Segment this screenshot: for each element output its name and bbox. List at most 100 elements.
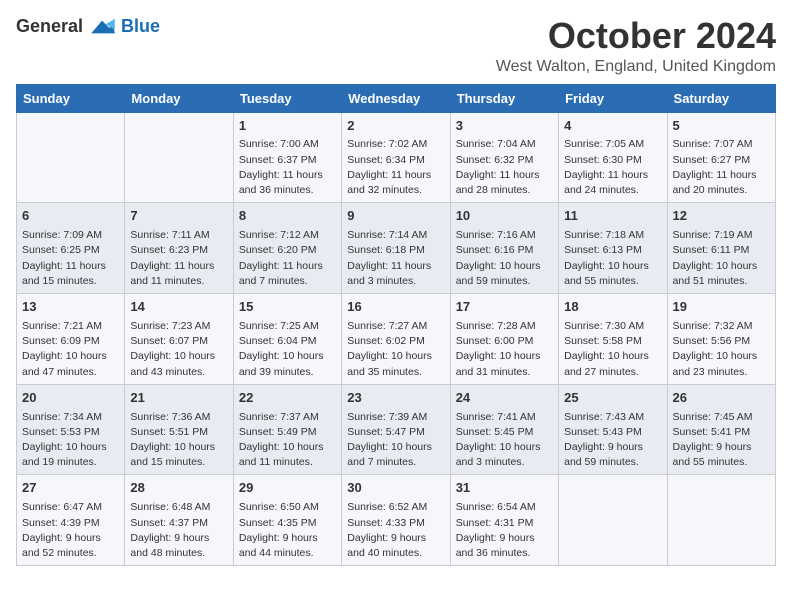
day-number: 1 <box>239 117 336 136</box>
header-row: SundayMondayTuesdayWednesdayThursdayFrid… <box>17 84 776 112</box>
location-title: West Walton, England, United Kingdom <box>496 58 776 76</box>
day-info: Sunrise: 7:34 AMSunset: 5:53 PMDaylight:… <box>22 410 119 471</box>
day-info: Sunrise: 6:47 AMSunset: 4:39 PMDaylight:… <box>22 500 119 561</box>
calendar-cell <box>559 475 667 566</box>
calendar-cell <box>667 475 775 566</box>
day-info: Sunrise: 7:05 AMSunset: 6:30 PMDaylight:… <box>564 137 661 198</box>
header-day-tuesday: Tuesday <box>233 84 341 112</box>
calendar-cell: 9 Sunrise: 7:14 AMSunset: 6:18 PMDaylight… <box>342 203 450 294</box>
day-number: 31 <box>456 479 553 498</box>
calendar-cell: 31 Sunrise: 6:54 AMSunset: 4:31 PMDayligh… <box>450 475 558 566</box>
calendar-cell: 17Sunrise: 7:28 AMSunset: 6:00 PMDayligh… <box>450 294 558 385</box>
calendar-cell: 25Sunrise: 7:43 AMSunset: 5:43 PMDayligh… <box>559 384 667 475</box>
day-info: Sunrise: 7:37 AMSunset: 5:49 PMDaylight:… <box>239 410 336 471</box>
calendar-cell: 30 Sunrise: 6:52 AMSunset: 4:33 PMDayligh… <box>342 475 450 566</box>
day-info: Sunrise: 7:32 AMSunset: 5:56 PMDaylight:… <box>673 319 770 380</box>
day-info: Sunrise: 6:54 AMSunset: 4:31 PMDaylight:… <box>456 500 553 561</box>
logo-blue: Blue <box>121 16 160 37</box>
day-number: 7 <box>130 207 227 226</box>
week-row-3: 13 Sunrise: 7:21 AMSunset: 6:09 PMDayligh… <box>17 294 776 385</box>
header-day-wednesday: Wednesday <box>342 84 450 112</box>
day-number: 19 <box>673 298 770 317</box>
calendar-cell: 19 Sunrise: 7:32 AMSunset: 5:56 PMDayligh… <box>667 294 775 385</box>
day-info: Sunrise: 7:41 AMSunset: 5:45 PMDaylight:… <box>456 410 553 471</box>
day-info: Sunrise: 7:09 AMSunset: 6:25 PMDaylight:… <box>22 228 119 289</box>
calendar-cell: 10 Sunrise: 7:16 AMSunset: 6:16 PMDayligh… <box>450 203 558 294</box>
day-info: Sunrise: 7:14 AMSunset: 6:18 PMDaylight:… <box>347 228 444 289</box>
day-info: Sunrise: 7:19 AMSunset: 6:11 PMDaylight:… <box>673 228 770 289</box>
day-number: 21 <box>130 389 227 408</box>
calendar-cell: 4Sunrise: 7:05 AMSunset: 6:30 PMDaylight… <box>559 112 667 203</box>
day-info: Sunrise: 6:50 AMSunset: 4:35 PMDaylight:… <box>239 500 336 561</box>
calendar-cell: 5Sunrise: 7:07 AMSunset: 6:27 PMDaylight… <box>667 112 775 203</box>
month-title: October 2024 <box>496 16 776 56</box>
day-info: Sunrise: 6:52 AMSunset: 4:33 PMDaylight:… <box>347 500 444 561</box>
header-day-friday: Friday <box>559 84 667 112</box>
calendar-cell: 21 Sunrise: 7:36 AMSunset: 5:51 PMDayligh… <box>125 384 233 475</box>
day-number: 13 <box>22 298 119 317</box>
calendar-cell: 2Sunrise: 7:02 AMSunset: 6:34 PMDaylight… <box>342 112 450 203</box>
calendar-cell: 20Sunrise: 7:34 AMSunset: 5:53 PMDayligh… <box>17 384 125 475</box>
calendar-cell: 8Sunrise: 7:12 AMSunset: 6:20 PMDaylight… <box>233 203 341 294</box>
day-number: 4 <box>564 117 661 136</box>
week-row-5: 27 Sunrise: 6:47 AMSunset: 4:39 PMDayligh… <box>17 475 776 566</box>
day-info: Sunrise: 7:11 AMSunset: 6:23 PMDaylight:… <box>130 228 227 289</box>
day-number: 6 <box>22 207 119 226</box>
day-number: 26 <box>673 389 770 408</box>
day-number: 29 <box>239 479 336 498</box>
calendar-cell: 15 Sunrise: 7:25 AMSunset: 6:04 PMDayligh… <box>233 294 341 385</box>
week-row-1: 1Sunrise: 7:00 AMSunset: 6:37 PMDaylight… <box>17 112 776 203</box>
day-info: Sunrise: 6:48 AMSunset: 4:37 PMDaylight:… <box>130 500 227 561</box>
calendar-cell: 24 Sunrise: 7:41 AMSunset: 5:45 PMDayligh… <box>450 384 558 475</box>
day-info: Sunrise: 7:43 AMSunset: 5:43 PMDaylight:… <box>564 410 661 471</box>
day-info: Sunrise: 7:30 AMSunset: 5:58 PMDaylight:… <box>564 319 661 380</box>
day-number: 9 <box>347 207 444 226</box>
day-number: 14 <box>130 298 227 317</box>
day-number: 16 <box>347 298 444 317</box>
day-info: Sunrise: 7:00 AMSunset: 6:37 PMDaylight:… <box>239 137 336 198</box>
calendar-cell: 26 Sunrise: 7:45 AMSunset: 5:41 PMDayligh… <box>667 384 775 475</box>
calendar-cell: 7 Sunrise: 7:11 AMSunset: 6:23 PMDaylight… <box>125 203 233 294</box>
day-info: Sunrise: 7:16 AMSunset: 6:16 PMDaylight:… <box>456 228 553 289</box>
day-info: Sunrise: 7:18 AMSunset: 6:13 PMDaylight:… <box>564 228 661 289</box>
day-number: 28 <box>130 479 227 498</box>
day-number: 3 <box>456 117 553 136</box>
day-number: 2 <box>347 117 444 136</box>
day-info: Sunrise: 7:39 AMSunset: 5:47 PMDaylight:… <box>347 410 444 471</box>
day-number: 30 <box>347 479 444 498</box>
day-number: 10 <box>456 207 553 226</box>
day-info: Sunrise: 7:28 AMSunset: 6:00 PMDaylight:… <box>456 319 553 380</box>
day-number: 12 <box>673 207 770 226</box>
day-info: Sunrise: 7:36 AMSunset: 5:51 PMDaylight:… <box>130 410 227 471</box>
week-row-4: 20Sunrise: 7:34 AMSunset: 5:53 PMDayligh… <box>17 384 776 475</box>
day-info: Sunrise: 7:45 AMSunset: 5:41 PMDaylight:… <box>673 410 770 471</box>
day-number: 24 <box>456 389 553 408</box>
calendar-cell: 29 Sunrise: 6:50 AMSunset: 4:35 PMDayligh… <box>233 475 341 566</box>
calendar-cell: 3Sunrise: 7:04 AMSunset: 6:32 PMDaylight… <box>450 112 558 203</box>
header-day-thursday: Thursday <box>450 84 558 112</box>
calendar-cell: 22Sunrise: 7:37 AMSunset: 5:49 PMDayligh… <box>233 384 341 475</box>
calendar-cell <box>17 112 125 203</box>
calendar-cell: 27 Sunrise: 6:47 AMSunset: 4:39 PMDayligh… <box>17 475 125 566</box>
day-number: 15 <box>239 298 336 317</box>
calendar-cell: 13 Sunrise: 7:21 AMSunset: 6:09 PMDayligh… <box>17 294 125 385</box>
calendar-table: SundayMondayTuesdayWednesdayThursdayFrid… <box>16 84 776 567</box>
day-info: Sunrise: 7:25 AMSunset: 6:04 PMDaylight:… <box>239 319 336 380</box>
day-info: Sunrise: 7:12 AMSunset: 6:20 PMDaylight:… <box>239 228 336 289</box>
calendar-cell: 6 Sunrise: 7:09 AMSunset: 6:25 PMDaylight… <box>17 203 125 294</box>
calendar-cell: 12 Sunrise: 7:19 AMSunset: 6:11 PMDayligh… <box>667 203 775 294</box>
calendar-cell: 1Sunrise: 7:00 AMSunset: 6:37 PMDaylight… <box>233 112 341 203</box>
header-day-sunday: Sunday <box>17 84 125 112</box>
day-info: Sunrise: 7:27 AMSunset: 6:02 PMDaylight:… <box>347 319 444 380</box>
day-number: 5 <box>673 117 770 136</box>
calendar-cell: 23Sunrise: 7:39 AMSunset: 5:47 PMDayligh… <box>342 384 450 475</box>
day-info: Sunrise: 7:23 AMSunset: 6:07 PMDaylight:… <box>130 319 227 380</box>
header: General Blue October 2024 West Walton, E… <box>16 16 776 76</box>
day-number: 27 <box>22 479 119 498</box>
calendar-cell: 28 Sunrise: 6:48 AMSunset: 4:37 PMDayligh… <box>125 475 233 566</box>
calendar-cell <box>125 112 233 203</box>
week-row-2: 6 Sunrise: 7:09 AMSunset: 6:25 PMDaylight… <box>17 203 776 294</box>
calendar-cell: 14 Sunrise: 7:23 AMSunset: 6:07 PMDayligh… <box>125 294 233 385</box>
day-info: Sunrise: 7:21 AMSunset: 6:09 PMDaylight:… <box>22 319 119 380</box>
calendar-cell: 16 Sunrise: 7:27 AMSunset: 6:02 PMDayligh… <box>342 294 450 385</box>
